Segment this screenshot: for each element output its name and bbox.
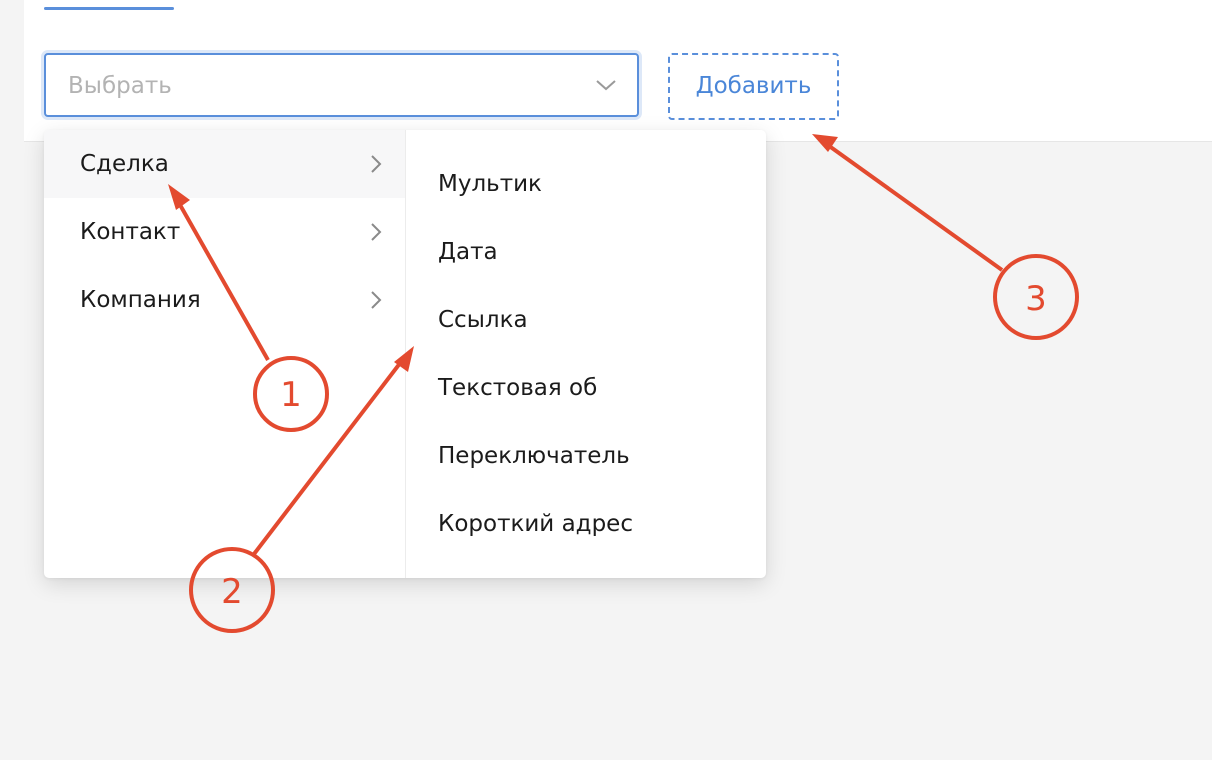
submenu-item[interactable]: Мультик xyxy=(406,150,766,218)
menu-item-label: Контакт xyxy=(80,219,181,245)
submenu-item[interactable]: Переключатель xyxy=(406,422,766,490)
submenu-item-label: Ссылка xyxy=(438,307,528,333)
dropdown-menu: Сделка Контакт Компания Мультик Дата Ссы… xyxy=(44,130,766,578)
add-button[interactable]: Добавить xyxy=(668,53,839,120)
field-select[interactable]: Выбрать xyxy=(44,53,639,117)
annotation-3: 3 xyxy=(812,134,1079,340)
submenu-item[interactable]: Короткий адрес xyxy=(406,490,766,558)
chevron-right-icon xyxy=(371,223,382,241)
submenu-item-label: Короткий адрес xyxy=(438,511,633,537)
menu-item-label: Сделка xyxy=(80,151,169,177)
submenu-item[interactable]: Ссылка xyxy=(406,286,766,354)
chevron-right-icon xyxy=(371,291,382,309)
select-placeholder: Выбрать xyxy=(68,73,172,99)
menu-item-company[interactable]: Компания xyxy=(44,266,405,334)
submenu-item-label: Мультик xyxy=(438,171,542,197)
annotation-number: 2 xyxy=(221,572,243,612)
annotation-arrow xyxy=(823,141,1004,272)
category-list: Сделка Контакт Компания xyxy=(44,130,406,578)
annotation-number: 3 xyxy=(1025,279,1047,319)
submenu-item[interactable]: Дата xyxy=(406,218,766,286)
submenu-item[interactable]: Текстовая об xyxy=(406,354,766,422)
active-tab-indicator xyxy=(44,7,174,10)
submenu-item-label: Текстовая об xyxy=(438,375,598,401)
submenu-item-label: Переключатель xyxy=(438,443,630,469)
menu-item-deal[interactable]: Сделка xyxy=(44,130,405,198)
submenu-item-label: Дата xyxy=(438,239,498,265)
menu-item-contact[interactable]: Контакт xyxy=(44,198,405,266)
chevron-down-icon xyxy=(596,80,616,91)
chevron-right-icon xyxy=(371,155,382,173)
menu-item-label: Компания xyxy=(80,287,201,313)
annotation-circle xyxy=(993,254,1079,340)
